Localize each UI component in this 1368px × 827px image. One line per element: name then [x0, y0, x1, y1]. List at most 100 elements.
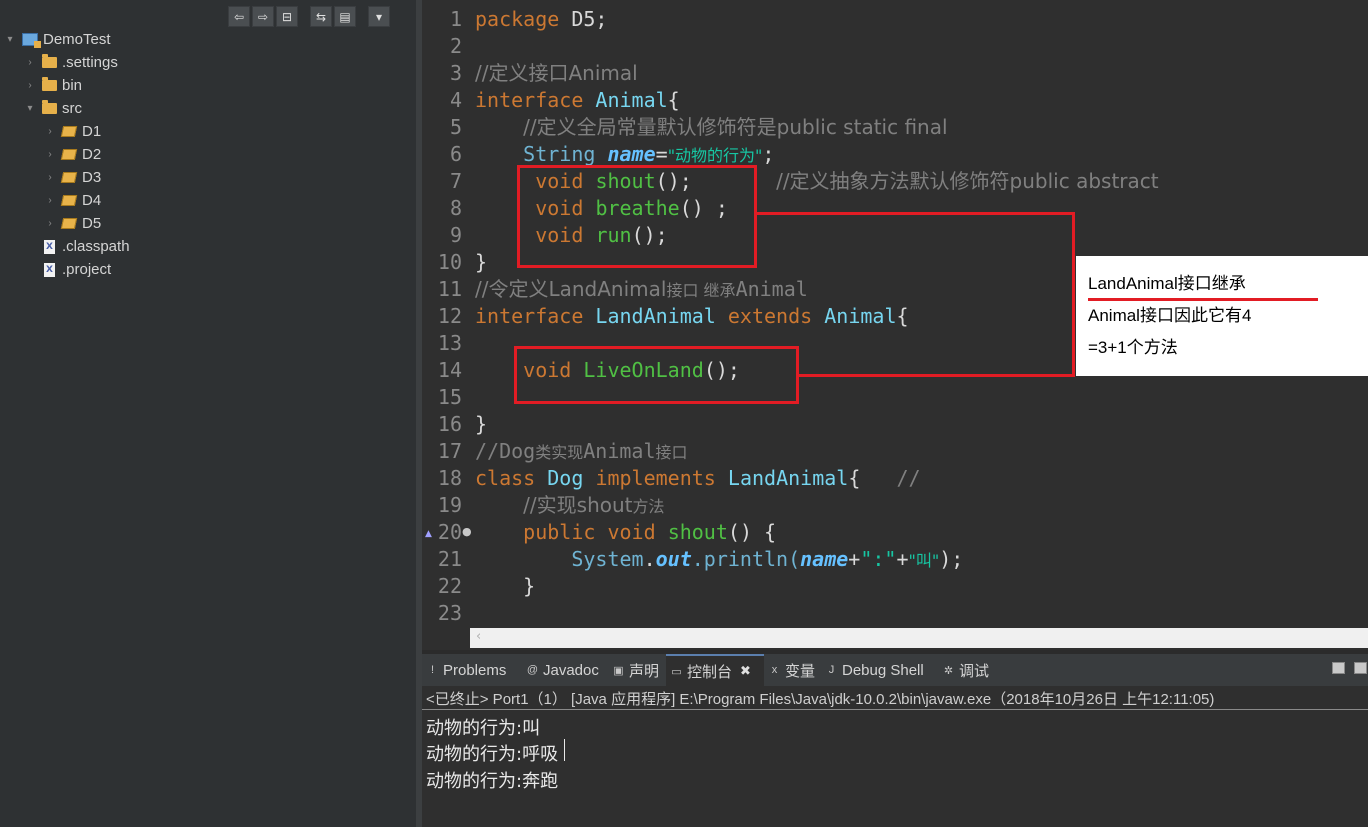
tree-item-label: .classpath: [62, 238, 130, 255]
tab-label: Debug Shell: [842, 661, 924, 679]
code-line-21: System.out.println(name+":"+"叫");: [571, 547, 964, 571]
tree-item-settings[interactable]: › .settings: [24, 51, 118, 74]
line-number-gutter: 1 2 3 4 5 6 7 8 9 10 11 12 13 14 15 16 1…: [422, 0, 472, 628]
package-explorer: ⇦ ⇨ ⊟ ⇆ ▤ ▾ ▾ DemoTest › .settings › bin…: [0, 0, 416, 827]
problems-icon: !: [430, 664, 435, 676]
code-line-12: interface LandAnimal extends Animal{: [475, 304, 909, 328]
line-number: 21: [437, 547, 462, 571]
scroll-left-icon[interactable]: ‹: [476, 629, 481, 644]
console-icon: ▭: [671, 665, 682, 678]
tab-label: 调试: [959, 662, 990, 680]
package-icon: [60, 149, 78, 160]
chevron-right-icon[interactable]: ›: [44, 195, 56, 206]
horizontal-scrollbar[interactable]: ‹: [470, 628, 1368, 648]
package-icon: [60, 172, 78, 183]
tree-item-d2[interactable]: › D2: [44, 143, 101, 166]
tree-item-d1[interactable]: › D1: [44, 120, 101, 143]
console-view: ! Problems @ Javadoc ▣ 声明 ▭ 控制台 ✖ x 变量 J…: [422, 654, 1368, 827]
package-icon: [60, 218, 78, 229]
line-number: 13: [437, 331, 462, 355]
code-line-17: //Dog类实现Animal接口: [475, 439, 688, 463]
code-line-10: }: [475, 250, 488, 274]
tab-label: 控制台: [687, 663, 733, 681]
chevron-down-icon[interactable]: ▾: [24, 103, 36, 114]
tree-item-d3[interactable]: › D3: [44, 166, 101, 189]
tree-item-project[interactable]: X .project: [44, 258, 111, 281]
console-separator: [422, 709, 1368, 710]
line-number: 2: [449, 34, 462, 58]
tree-item-src[interactable]: ▾ src: [24, 97, 82, 120]
tab-label: Problems: [443, 661, 507, 679]
explorer-toolbar: ⇦ ⇨ ⊟ ⇆ ▤ ▾: [228, 6, 390, 28]
line-number: 19: [437, 493, 462, 517]
tree-item-bin[interactable]: › bin: [24, 74, 82, 97]
tab-declaration[interactable]: ▣ 声明: [612, 654, 659, 686]
source-folder-icon: [42, 100, 57, 114]
declaration-icon: ▣: [613, 664, 624, 677]
tree-item-label: D5: [82, 215, 102, 232]
tree-item-demotest[interactable]: ▾ DemoTest: [4, 28, 111, 51]
tab-problems[interactable]: ! Problems: [426, 654, 506, 686]
annotation-note: LandAnimal接口继承 Animal接口因此它有4 =3+1个方法: [1076, 256, 1368, 376]
line-number: 17: [437, 439, 462, 463]
code-line-22: }: [523, 574, 536, 598]
javadoc-icon: @: [526, 664, 539, 676]
code-line-4: interface Animal{: [475, 88, 680, 112]
line-number: 16: [437, 412, 462, 436]
line-number: 4: [449, 88, 462, 112]
chevron-right-icon[interactable]: ›: [24, 80, 36, 91]
tab-label: 声明: [629, 662, 660, 680]
tree-item-label: bin: [62, 77, 83, 94]
connector-line-bottom: [799, 374, 1075, 377]
tab-console[interactable]: ▭ 控制台 ✖: [666, 654, 764, 686]
line-number: 1: [449, 7, 462, 31]
tab-label: Javadoc: [543, 661, 599, 679]
chevron-right-icon[interactable]: ›: [44, 126, 56, 137]
bottom-tab-bar: ! Problems @ Javadoc ▣ 声明 ▭ 控制台 ✖ x 变量 J…: [422, 654, 1368, 686]
tab-debug-shell[interactable]: J Debug Shell: [825, 654, 924, 686]
filter-icon[interactable]: ▤: [334, 6, 356, 27]
tree-item-label: .project: [62, 261, 112, 278]
tab-debug[interactable]: ✲ 调试: [942, 654, 989, 686]
link-with-editor-icon[interactable]: ⇆: [310, 6, 332, 27]
line-number: 3: [449, 61, 462, 85]
minimize-view-icon[interactable]: [1332, 662, 1345, 674]
close-icon[interactable]: ✖: [740, 663, 751, 679]
methods-highlight-box: [517, 165, 757, 268]
tree-item-label: D1: [82, 123, 102, 140]
back-arrow-icon[interactable]: ⇦: [228, 6, 250, 27]
tree-item-d5[interactable]: › D5: [44, 212, 101, 235]
xml-file-icon: X: [44, 239, 55, 254]
tab-javadoc[interactable]: @ Javadoc: [526, 654, 599, 686]
maximize-view-icon[interactable]: [1354, 662, 1367, 674]
line-number: 18: [437, 466, 462, 490]
tab-variables[interactable]: x 变量: [768, 654, 815, 686]
override-marker-icon: ▲: [425, 529, 432, 539]
console-output-line: 动物的行为:呼吸: [426, 744, 559, 765]
code-line-6: String name="动物的行为";: [523, 142, 775, 166]
line-number: 11: [437, 277, 462, 301]
line-number: 6: [449, 142, 462, 166]
package-icon: [60, 195, 78, 206]
chevron-right-icon[interactable]: ›: [44, 218, 56, 229]
chevron-right-icon[interactable]: ›: [44, 149, 56, 160]
annotation-line-1: LandAnimal接口继承: [1088, 274, 1246, 293]
collapse-all-icon[interactable]: ⊟: [276, 6, 298, 27]
chevron-right-icon[interactable]: ›: [24, 57, 36, 68]
text-caret: [564, 739, 565, 761]
chevron-down-icon[interactable]: ▾: [4, 34, 16, 45]
tree-item-d4[interactable]: › D4: [44, 189, 101, 212]
folder-icon: [42, 54, 57, 68]
fold-marker-icon[interactable]: ●: [462, 525, 472, 538]
chevron-right-icon[interactable]: ›: [44, 172, 56, 183]
forward-arrow-icon[interactable]: ⇨: [252, 6, 274, 27]
code-line-3: //定义接口Animal: [475, 61, 638, 85]
view-menu-icon[interactable]: ▾: [368, 6, 390, 27]
debug-shell-icon: J: [828, 664, 835, 676]
console-output-line: 动物的行为:叫: [426, 718, 541, 739]
line-number: 22: [437, 574, 462, 598]
line-number: 9: [449, 223, 462, 247]
line-number: 5: [449, 115, 462, 139]
tree-item-classpath[interactable]: X .classpath: [44, 235, 130, 258]
console-output-line: 动物的行为:奔跑: [426, 771, 559, 792]
